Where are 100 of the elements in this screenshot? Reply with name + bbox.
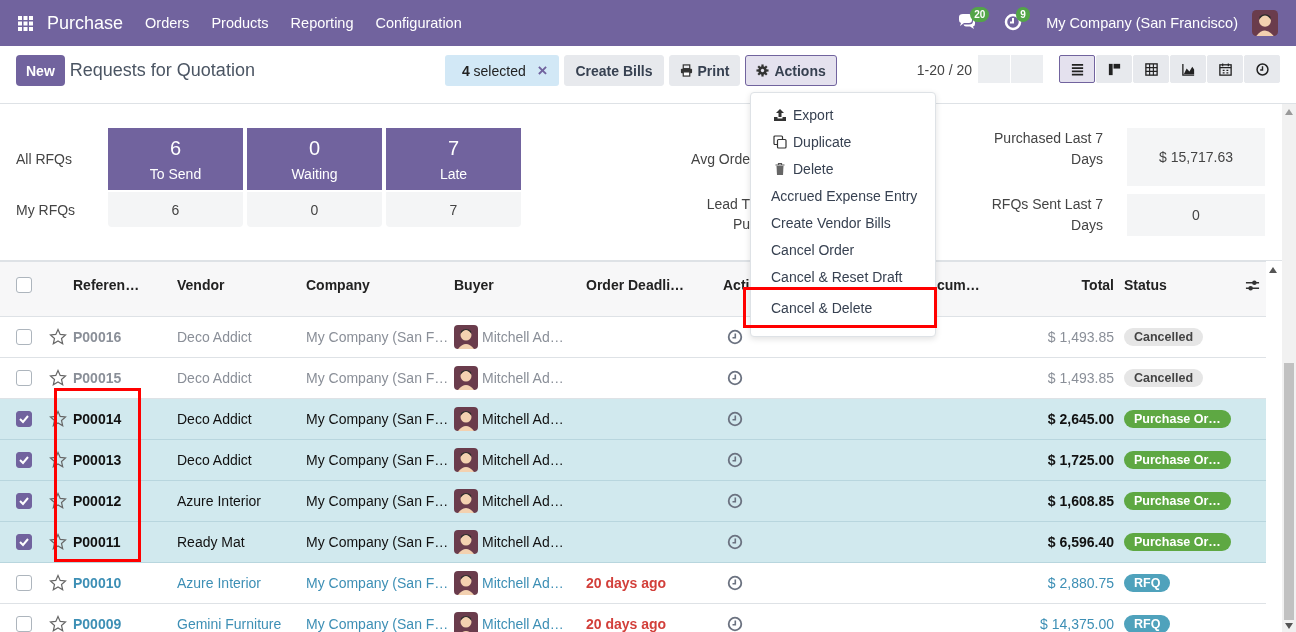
activity-view-icon <box>1254 61 1270 77</box>
clear-selection-button[interactable]: × <box>537 60 548 81</box>
total-cell: $ 2,645.00 <box>1047 411 1114 427</box>
avatar-icon <box>454 448 478 472</box>
activity-clock-icon[interactable] <box>727 370 743 386</box>
activity-clock-icon[interactable] <box>727 575 743 591</box>
activity-clock-icon[interactable] <box>727 452 743 468</box>
total-cell: $ 1,493.85 <box>1047 329 1114 345</box>
table-row[interactable]: P00010 Azure Interior My Company (San F… Mitchell Ad… 20 days ago $ 2,880.75 RFQ <box>0 562 1266 604</box>
menu-item[interactable]: Duplicate <box>751 128 935 155</box>
row-checkbox[interactable] <box>16 534 32 550</box>
star-icon[interactable] <box>49 328 67 346</box>
reference-cell: P00016 <box>73 329 122 345</box>
table-row[interactable]: P00009 Gemini Furniture My Company (San F… Mitchell Ad… 20 days ago $ 14,375.00 RFQ <box>0 603 1266 632</box>
actions-button[interactable]: Actions <box>745 55 837 86</box>
rfq-count-tile[interactable]: 0 Waiting <box>247 128 382 190</box>
star-icon[interactable] <box>49 533 67 551</box>
star-icon[interactable] <box>49 410 67 428</box>
apps-menu-icon[interactable] <box>18 15 33 31</box>
table-row[interactable]: P00014 Deco Addict My Company (San F… Mitchell Ad… $ 2,645.00 Purchase Or… <box>0 398 1266 440</box>
menu-item[interactable]: Delete <box>751 155 935 182</box>
reference-cell: P00015 <box>73 370 122 386</box>
row-checkbox[interactable] <box>16 329 32 345</box>
column-header[interactable]: Status <box>1124 277 1167 293</box>
buyer-cell: Mitchell Ad… <box>482 534 564 550</box>
nav-menu-item[interactable]: Configuration <box>375 15 462 31</box>
kanban-view-button[interactable] <box>1096 55 1132 83</box>
pager-value[interactable]: 1-20 / 20 <box>916 55 972 86</box>
app-name[interactable]: Purchase <box>47 12 124 34</box>
avatar-icon <box>454 530 478 554</box>
status-label: Purchase Or… <box>1124 410 1231 428</box>
calendar-view-button[interactable] <box>1207 55 1243 83</box>
column-header[interactable]: Company <box>306 277 370 293</box>
row-checkbox[interactable] <box>16 370 32 386</box>
nav-menu-item[interactable]: Products <box>211 15 269 31</box>
kpi-label: RFQs Sent Last 7 Days <box>990 195 1103 235</box>
row-checkbox[interactable] <box>16 452 32 468</box>
star-icon[interactable] <box>49 615 67 632</box>
table-row[interactable]: P00012 Azure Interior My Company (San F… Mitchell Ad… $ 1,608.85 Purchase Or… <box>0 480 1266 522</box>
rfq-count-tile[interactable]: 6 To Send <box>108 128 243 190</box>
nav-menu-item[interactable]: Reporting <box>290 15 354 31</box>
pivot-view-button[interactable] <box>1133 55 1169 83</box>
vendor-cell: Gemini Furniture <box>177 616 282 632</box>
row-checkbox[interactable] <box>16 411 32 427</box>
star-icon[interactable] <box>49 492 67 510</box>
column-header[interactable]: Total <box>1081 277 1114 293</box>
activity-clock-icon[interactable] <box>727 411 743 427</box>
star-icon[interactable] <box>49 574 67 592</box>
activity-clock-icon[interactable] <box>727 493 743 509</box>
rfq-count-tile[interactable]: 7 Late <box>386 128 521 190</box>
buyer-cell: Mitchell Ad… <box>482 616 564 632</box>
my-rfq-count[interactable]: 0 <box>247 192 382 227</box>
deadline-cell: 20 days ago <box>586 575 667 591</box>
total-cell: $ 1,493.85 <box>1047 370 1114 386</box>
menu-item[interactable]: Cancel & Delete <box>743 287 937 328</box>
list-view-button[interactable] <box>1059 55 1095 83</box>
row-checkbox[interactable] <box>16 616 32 632</box>
column-header[interactable]: Referen… <box>73 277 140 293</box>
status-label: RFQ <box>1124 574 1171 592</box>
new-button[interactable]: New <box>16 55 65 86</box>
toolbar-button[interactable]: Create Bills <box>564 55 664 86</box>
column-header[interactable]: Order Deadli… <box>586 277 685 293</box>
column-header[interactable]: Vendor <box>177 277 225 293</box>
star-icon[interactable] <box>49 451 67 469</box>
table-row[interactable]: P00013 Deco Addict My Company (San F… Mitchell Ad… $ 1,725.00 Purchase Or… <box>0 439 1266 481</box>
menu-item[interactable]: Accrued Expense Entry <box>751 182 935 209</box>
row-checkbox[interactable] <box>16 575 32 591</box>
print-button[interactable]: Print <box>668 55 741 86</box>
activity-clock-icon[interactable] <box>727 616 743 632</box>
table-row[interactable]: P00015 Deco Addict My Company (San F… Mitchell Ad… $ 1,493.85 Cancelled <box>0 357 1266 399</box>
activity-view-button[interactable] <box>1244 55 1280 83</box>
star-icon[interactable] <box>49 369 67 387</box>
row-checkbox[interactable] <box>16 493 32 509</box>
company-cell: My Company (San F… <box>306 493 449 509</box>
select-all-checkbox[interactable] <box>16 277 32 293</box>
column-header[interactable]: cum… <box>937 277 980 293</box>
my-rfq-count[interactable]: 7 <box>386 192 521 227</box>
vendor-cell: Deco Addict <box>177 411 252 427</box>
graph-view-button[interactable] <box>1170 55 1206 83</box>
page-scrollbar[interactable] <box>1282 104 1296 632</box>
activity-clock-icon[interactable] <box>727 534 743 550</box>
scroll-up-arrow-icon[interactable] <box>1269 267 1277 273</box>
menu-item[interactable]: Create Vendor Bills <box>751 209 935 236</box>
nav-menu-item[interactable]: Orders <box>145 15 190 31</box>
total-cell: $ 2,880.75 <box>1047 575 1114 591</box>
scrollbar-thumb[interactable] <box>1284 363 1294 620</box>
column-settings-icon[interactable] <box>1245 277 1260 293</box>
kanban-view-icon <box>1106 61 1122 77</box>
activity-clock-icon[interactable] <box>727 329 743 345</box>
status-label: RFQ <box>1124 615 1171 632</box>
scroll-down-arrow-icon[interactable] <box>1285 623 1293 629</box>
my-rfq-count[interactable]: 6 <box>108 192 243 227</box>
company-switcher[interactable]: My Company (San Francisco) <box>1046 15 1238 31</box>
table-row[interactable]: P00011 Ready Mat My Company (San F… Mitchell Ad… $ 6,596.40 Purchase Or… <box>0 521 1266 563</box>
reference-cell: P00013 <box>73 452 122 468</box>
menu-item[interactable]: Cancel & Reset Draft <box>751 263 935 290</box>
avatar-icon <box>454 325 478 349</box>
column-header[interactable]: Buyer <box>454 277 494 293</box>
menu-item[interactable]: Export <box>751 101 935 128</box>
menu-item[interactable]: Cancel Order <box>751 236 935 263</box>
